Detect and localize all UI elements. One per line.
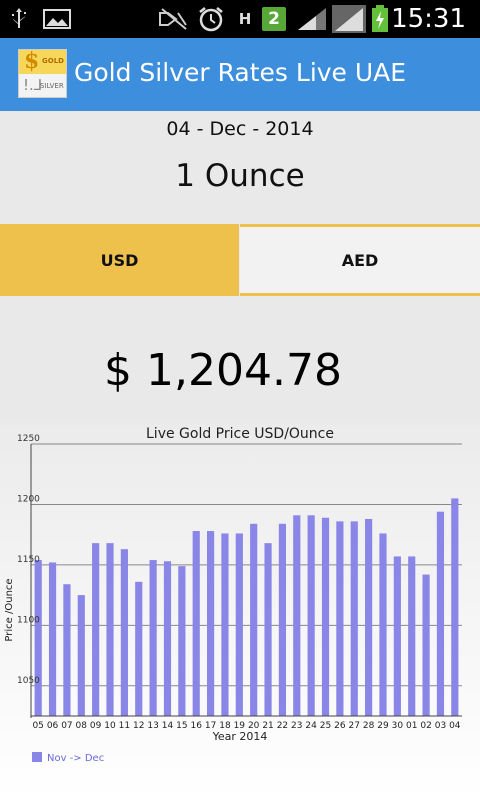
bar-17 — [206, 531, 215, 716]
status-bar: H 2 15:31 — [0, 0, 480, 38]
x-tick-label: 02 — [420, 721, 431, 731]
y-tick-label: 1250 — [17, 434, 40, 444]
bar-15 — [178, 566, 186, 716]
bar-21 — [264, 543, 272, 716]
x-tick-label: 11 — [119, 721, 130, 731]
x-tick-label: 06 — [47, 721, 59, 731]
bar-09 — [92, 543, 100, 716]
tab-aed[interactable]: AED — [240, 224, 480, 296]
x-tick-label: 27 — [349, 721, 360, 731]
x-tick-label: 14 — [162, 721, 174, 731]
bar-19 — [235, 533, 243, 716]
signal-icon-2 — [332, 5, 366, 33]
x-tick-label: 23 — [291, 721, 302, 731]
x-tick-label: 10 — [104, 721, 116, 731]
bar-20 — [250, 523, 258, 716]
chart-title: Live Gold Price USD/Ounce — [146, 426, 334, 442]
x-tick-label: 03 — [435, 721, 446, 731]
bar-24 — [307, 515, 315, 716]
bar-27 — [350, 521, 358, 716]
x-tick-label: 04 — [449, 721, 461, 731]
notification-count-icon: 2 — [262, 7, 286, 31]
bar-16 — [192, 531, 200, 716]
app-logo: $ GOLD !.⅃ SILVER — [18, 48, 67, 98]
x-tick-label: 26 — [334, 721, 346, 731]
x-tick-label: 16 — [190, 721, 202, 731]
x-tick-label: 07 — [61, 721, 72, 731]
bar-10 — [106, 543, 114, 716]
bar-12 — [135, 581, 143, 716]
bar-08 — [77, 595, 85, 716]
bar-11 — [120, 549, 128, 716]
bar-02 — [422, 574, 430, 716]
y-tick-label: 1150 — [17, 555, 40, 565]
bar-01 — [408, 556, 416, 716]
bar-03 — [436, 511, 445, 716]
bar-26 — [336, 521, 344, 716]
bar-30 — [393, 556, 401, 716]
h-network-icon: H — [238, 10, 252, 28]
signal-muted-icon — [158, 7, 190, 31]
x-tick-label: 28 — [363, 721, 375, 731]
clock: 15:31 — [391, 4, 466, 34]
x-tick-label: 29 — [377, 721, 389, 731]
signal-icon — [296, 7, 328, 31]
bar-23 — [293, 515, 301, 716]
legend-swatch — [32, 752, 42, 762]
y-tick-label: 1200 — [17, 494, 40, 504]
bar-28 — [365, 518, 373, 716]
bar-04 — [451, 498, 459, 716]
usb-icon — [8, 7, 30, 31]
tab-usd[interactable]: USD — [0, 224, 239, 296]
x-tick-label: 30 — [392, 721, 404, 731]
x-tick-label: 22 — [277, 721, 288, 731]
y-axis-label: Price /Ounce — [4, 578, 15, 641]
battery-charging-icon — [370, 5, 390, 32]
x-tick-label: 09 — [90, 721, 102, 731]
x-axis-label: Year 2014 — [212, 730, 268, 743]
x-tick-label: 15 — [176, 721, 187, 731]
x-tick-label: 05 — [32, 721, 43, 731]
bar-25 — [321, 517, 330, 716]
bar-07 — [63, 584, 71, 716]
x-tick-label: 24 — [305, 721, 317, 731]
app-title: Gold Silver Rates Live UAE — [74, 58, 407, 87]
image-icon — [42, 7, 72, 31]
bar-14 — [163, 561, 172, 716]
bar-06 — [48, 562, 57, 716]
gold-price: $ 1,204.78 — [104, 345, 342, 396]
bar-29 — [379, 533, 387, 716]
bar-13 — [149, 560, 157, 716]
x-tick-label: 08 — [76, 721, 88, 731]
x-tick-label: 13 — [147, 721, 158, 731]
x-tick-label: 12 — [133, 721, 144, 731]
action-bar: $ GOLD !.⅃ SILVER Gold Silver Rates Live… — [0, 38, 480, 111]
date-label: 04 - Dec - 2014 — [166, 118, 314, 140]
legend-label: Nov -> Dec — [47, 753, 104, 764]
y-tick-label: 1100 — [17, 615, 40, 625]
bar-18 — [221, 533, 229, 716]
x-tick-label: 25 — [320, 721, 331, 731]
gold-price-chart: Live Gold Price USD/Ounce 05 06 07 08 09 10 11… — [0, 420, 480, 800]
unit-label: 1 Ounce — [175, 158, 305, 194]
x-tick-label: 01 — [406, 721, 417, 731]
y-tick-label: 1050 — [17, 676, 40, 686]
bar-05 — [34, 560, 42, 716]
alarm-icon — [197, 7, 225, 32]
bar-22 — [278, 523, 287, 716]
